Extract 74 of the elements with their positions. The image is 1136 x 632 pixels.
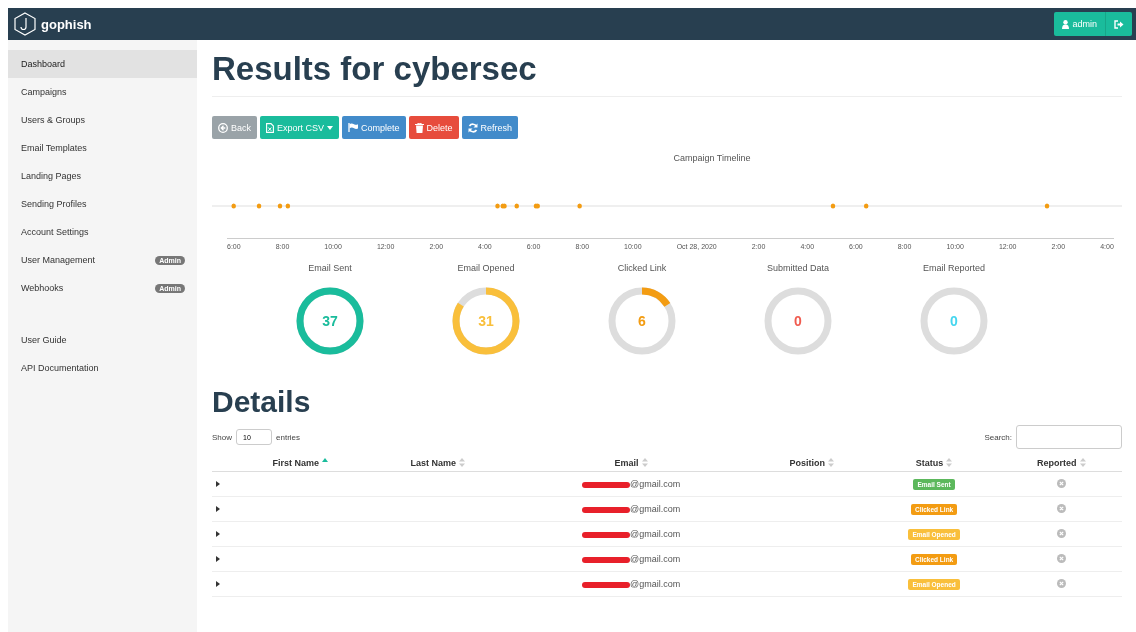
stat-label: Submitted Data (766, 263, 829, 273)
back-icon (218, 122, 228, 133)
sidebar-item[interactable]: Campaigns (8, 78, 197, 106)
sidebar-item[interactable]: Users & Groups (8, 106, 197, 134)
redaction-mark (582, 556, 631, 563)
sidebar-link[interactable]: User Guide (8, 326, 197, 354)
sidebar-item[interactable]: Email Templates (8, 134, 197, 162)
expand-icon[interactable] (216, 481, 220, 487)
sidebar-item-label: Users & Groups (21, 115, 86, 125)
sidebar-item[interactable]: Sending Profiles (8, 190, 197, 218)
sidebar-item[interactable]: Account Settings (8, 218, 197, 246)
sidebar-item-label: Campaigns (21, 87, 67, 97)
complete-button[interactable]: Complete (342, 116, 406, 139)
close-circle-icon (1056, 528, 1066, 538)
close-circle-icon (1056, 503, 1066, 513)
donut-gauge: 0 (762, 285, 834, 357)
close-circle-icon (1056, 578, 1066, 588)
close-circle-icon (1056, 553, 1066, 563)
sidebar-item-label: Webhooks (21, 283, 64, 293)
stat-label: Email Reported (923, 263, 985, 273)
column-header[interactable]: Last Name (369, 455, 506, 472)
sidebar-item-label: Account Settings (21, 227, 89, 237)
column-header[interactable]: First Name (231, 455, 370, 472)
redaction-mark (582, 506, 631, 513)
brand-name[interactable]: gophish (41, 16, 92, 32)
column-header[interactable]: Email (506, 455, 757, 472)
column-header[interactable]: Status (867, 455, 1001, 472)
redaction-mark (582, 531, 631, 538)
sidebar-item-label: User Management (21, 255, 96, 265)
file-icon (266, 122, 274, 133)
email-text: @gmail.com (630, 504, 681, 514)
column-header[interactable]: Position (756, 455, 868, 472)
page-title: Results for cybersec (212, 50, 1122, 97)
expand-icon[interactable] (216, 531, 220, 537)
refresh-button[interactable]: Refresh (461, 116, 519, 139)
expand-icon[interactable] (216, 556, 220, 562)
sidebar-item-label: Landing Pages (21, 171, 82, 181)
email-text: @gmail.com (630, 529, 681, 539)
sidebar-item[interactable]: Dashboard (8, 50, 197, 78)
chart-title: Campaign Timeline (672, 153, 752, 163)
delete-button[interactable]: Delete (408, 116, 459, 139)
flag-icon (348, 123, 359, 132)
email-text: @gmail.com (630, 579, 681, 589)
email-text: @gmail.com (630, 479, 681, 489)
sidebar-item[interactable]: Landing Pages (8, 162, 197, 190)
expand-icon[interactable] (216, 581, 220, 587)
email-text: @gmail.com (630, 554, 681, 564)
redaction-mark (582, 481, 631, 488)
sidebar-link[interactable]: API Documentation (8, 354, 197, 382)
sidebar-item-label: Sending Profiles (21, 199, 87, 209)
section-title: Details (212, 385, 312, 419)
stat-label: Clicked Link (617, 263, 667, 273)
expand-icon[interactable] (216, 506, 220, 512)
donut-gauge: 0 (918, 285, 990, 357)
caret-icon (327, 125, 334, 130)
user-icon (1062, 19, 1070, 29)
show-label: Show (212, 432, 232, 442)
close-circle-icon (1056, 478, 1066, 488)
sidebar-item-label: Dashboard (21, 59, 66, 69)
search-label: Search: (984, 432, 1012, 442)
refresh-icon (467, 122, 478, 133)
logout-icon (1114, 19, 1124, 29)
donut-gauge: 37 (294, 285, 366, 357)
stat-label: Email Sent (308, 263, 352, 273)
hexagon-hook-icon (14, 12, 36, 36)
stat-label: Email Opened (457, 263, 515, 273)
column-header[interactable]: Reported (1000, 455, 1122, 472)
donut-gauge: 6 (606, 285, 678, 357)
redaction-mark (582, 581, 631, 588)
trash-icon (414, 122, 424, 133)
sidebar-item-label: Email Templates (21, 143, 87, 153)
donut-gauge: 31 (450, 285, 522, 357)
entries-label: entries (276, 432, 301, 442)
search-field[interactable] (1016, 425, 1122, 449)
